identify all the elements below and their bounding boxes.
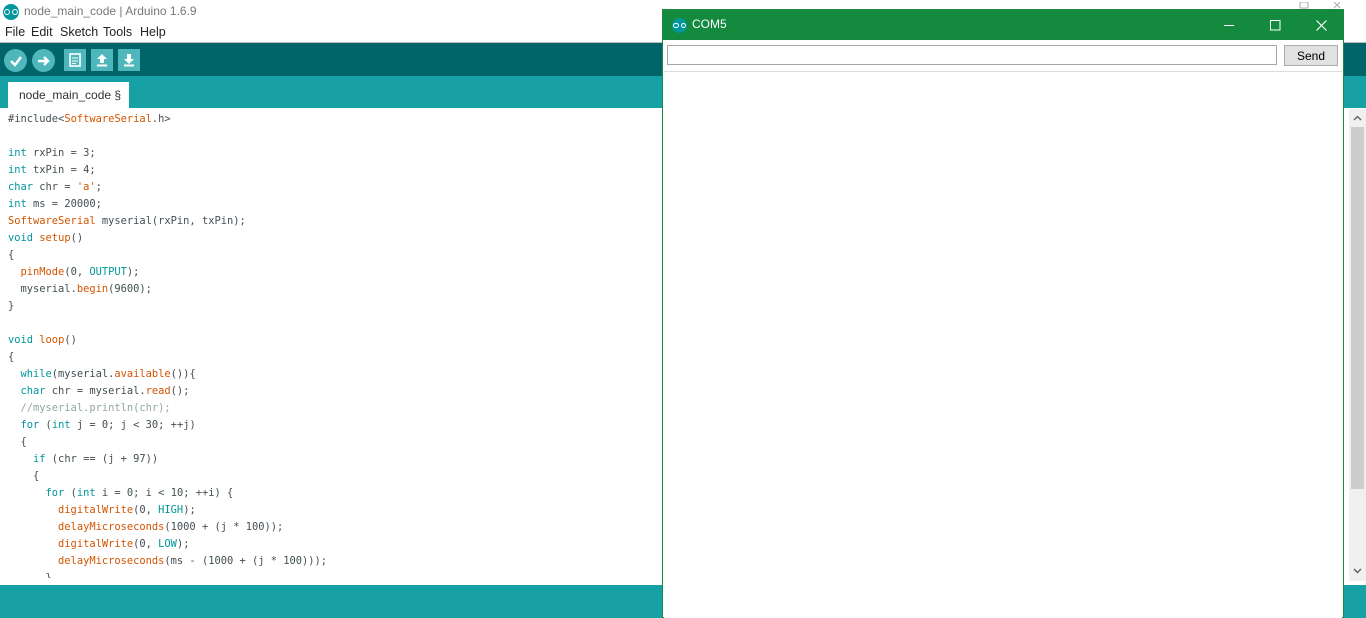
maximize-icon	[1269, 19, 1280, 30]
code-editor[interactable]: #include<SoftwareSerial.h> int rxPin = 3…	[0, 108, 663, 578]
code-line-22: {	[8, 470, 40, 482]
serial-monitor-title: COM5	[692, 17, 727, 31]
code-line-24: digitalWrite(0, HIGH);	[58, 504, 196, 516]
code-line-8: void setup()	[8, 232, 84, 244]
maximize-button[interactable]	[1252, 10, 1298, 40]
send-button[interactable]: Send	[1284, 45, 1338, 66]
minimize-icon	[1223, 24, 1234, 26]
code-line-6: int ms = 20000;	[8, 198, 102, 210]
code-line-9: {	[8, 249, 15, 261]
menu-sketch[interactable]: Sketch	[60, 25, 98, 39]
code-line-20: {	[8, 436, 27, 448]
serial-send-input[interactable]	[667, 45, 1277, 65]
menu-file[interactable]: File	[5, 25, 25, 39]
verify-icon	[9, 55, 22, 67]
menu-edit[interactable]: Edit	[31, 25, 53, 39]
scroll-down-icon[interactable]	[1349, 562, 1366, 579]
upload-button[interactable]	[32, 49, 55, 72]
code-line-7: SoftwareSerial myserial(rxPin, txPin);	[8, 215, 246, 227]
code-line-4: int txPin = 4;	[8, 164, 96, 176]
code-line-27: delayMicroseconds(ms - (1000 + (j * 100)…	[58, 555, 328, 567]
arduino-logo-icon	[672, 18, 687, 33]
save-button[interactable]	[118, 49, 140, 71]
code-line-3: int rxPin = 3;	[8, 147, 96, 159]
open-icon	[97, 54, 107, 67]
verify-button[interactable]	[4, 49, 27, 72]
upload-icon	[37, 55, 50, 66]
code-line-25: delayMicroseconds(1000 + (j * 100));	[58, 521, 284, 533]
code-line-21: if (chr == (j + 97))	[33, 453, 159, 465]
minimize-button[interactable]	[1206, 10, 1252, 40]
serial-monitor-title-bar[interactable]: COM5	[663, 10, 1343, 40]
close-button[interactable]	[1298, 10, 1344, 40]
serial-monitor-window: COM5 Send	[662, 9, 1344, 618]
code-line-26: digitalWrite(0, LOW);	[58, 538, 190, 550]
code-line-14: void loop()	[8, 334, 77, 346]
scroll-thumb[interactable]	[1351, 127, 1364, 489]
scroll-up-icon[interactable]	[1349, 109, 1366, 126]
code-line-5: char chr = 'a';	[8, 181, 102, 193]
code-line-12: }	[8, 300, 15, 312]
ide-window-title: node_main_code | Arduino 1.6.9	[24, 4, 197, 18]
save-icon	[124, 54, 134, 67]
code-line-23: for (int i = 0; i < 10; ++i) {	[45, 487, 234, 499]
close-icon	[1315, 19, 1327, 31]
code-line-17: char chr = myserial.read();	[20, 385, 190, 397]
open-button[interactable]	[91, 49, 113, 71]
new-button[interactable]	[64, 49, 86, 71]
code-line-10: pinMode(0, OUTPUT);	[20, 266, 140, 278]
code-line-16: while(myserial.available()){	[20, 368, 196, 380]
serial-output-area[interactable]	[664, 71, 1342, 618]
code-line-18: //myserial.println(chr);	[8, 402, 171, 414]
code-line-1: #include<SoftwareSerial.h>	[8, 113, 171, 125]
code-line-15: {	[8, 351, 15, 363]
arduino-logo-icon	[3, 4, 19, 20]
editor-divider[interactable]	[0, 578, 663, 585]
menu-help[interactable]: Help	[140, 25, 166, 39]
code-line-19: for (int j = 0; j < 30; ++j)	[20, 419, 196, 431]
editor-scrollbar[interactable]	[1349, 109, 1366, 581]
menu-tools[interactable]: Tools	[103, 25, 132, 39]
tab-node-main-code[interactable]: node_main_code §	[8, 82, 130, 108]
new-icon	[69, 53, 81, 67]
code-line-28: }	[8, 572, 52, 578]
code-line-11: myserial.begin(9600);	[8, 283, 152, 295]
